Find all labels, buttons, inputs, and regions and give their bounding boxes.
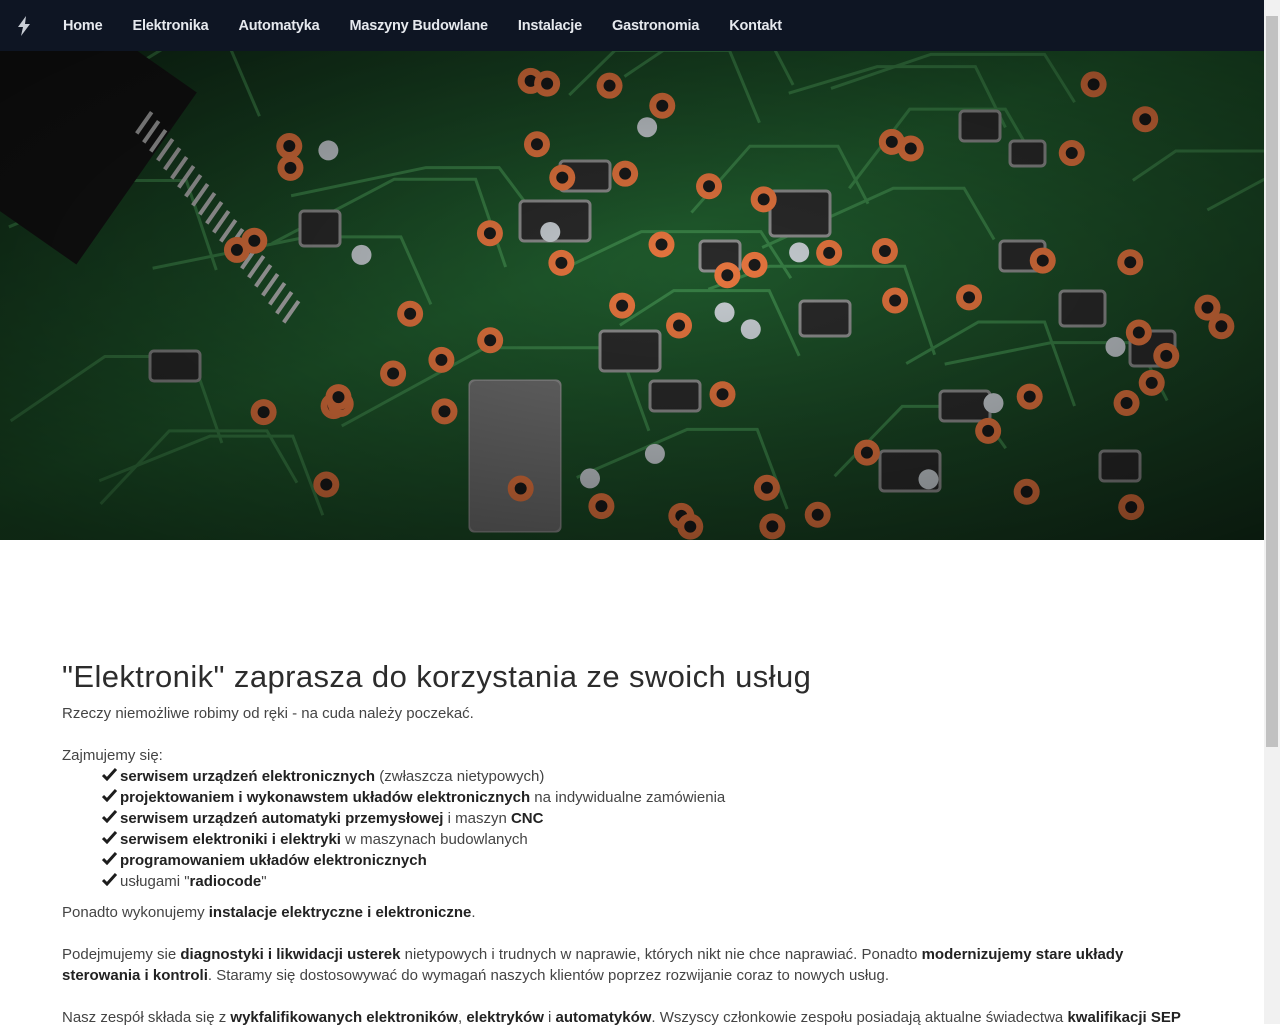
service-item: serwisem urządzeń elektronicznych (zwłas…: [101, 766, 1192, 787]
paragraph-diagnostics: Podejmujemy sie diagnostyki i likwidacji…: [62, 946, 1124, 984]
service-item: serwisem urządzeń automatyki przemysłowe…: [101, 808, 1192, 829]
services-list: serwisem urządzeń elektronicznych (zwłas…: [62, 766, 1192, 892]
top-navbar: Home Elektronika Automatyka Maszyny Budo…: [0, 0, 1264, 51]
main-content: "Elektronik" zaprasza do korzystania ze …: [62, 655, 1192, 1028]
scrollbar-thumb[interactable]: [1266, 16, 1278, 747]
service-item: projektowaniem i wykonawstem układów ele…: [101, 787, 1192, 808]
check-icon: [101, 871, 120, 892]
service-item: programowaniem układów elektronicznych: [101, 850, 1192, 871]
nav-instalacje[interactable]: Instalacje: [503, 0, 597, 51]
page-title: "Elektronik" zaprasza do korzystania ze …: [62, 659, 812, 694]
check-icon: [101, 766, 120, 787]
nav-gastronomia[interactable]: Gastronomia: [597, 0, 714, 51]
hero-circuit-board-image: [0, 51, 1264, 540]
nav-maszyny-budowlane[interactable]: Maszyny Budowlane: [334, 0, 502, 51]
service-item: usługami "radiocode": [101, 871, 1192, 892]
nav-automatyka[interactable]: Automatyka: [223, 0, 334, 51]
nav-elektronika[interactable]: Elektronika: [118, 0, 224, 51]
nav-kontakt[interactable]: Kontakt: [714, 0, 797, 51]
services-intro: Zajmujemy się:: [62, 747, 163, 764]
check-icon: [101, 829, 120, 850]
check-icon: [101, 850, 120, 871]
subtitle: Rzeczy niemożliwe robimy od ręki - na cu…: [62, 705, 474, 722]
service-item: serwisem elektroniki i elektryki w maszy…: [101, 829, 1192, 850]
nav-home[interactable]: Home: [48, 0, 118, 51]
paragraph-team: Nasz zespół składa się z wykfalifikowany…: [62, 1009, 1181, 1026]
brand-bolt-icon[interactable]: [0, 0, 48, 51]
check-icon: [101, 787, 120, 808]
page-scrollbar[interactable]: [1264, 0, 1280, 1024]
check-icon: [101, 808, 120, 829]
paragraph-installations: Ponadto wykonujemy instalacje elektryczn…: [62, 904, 476, 921]
